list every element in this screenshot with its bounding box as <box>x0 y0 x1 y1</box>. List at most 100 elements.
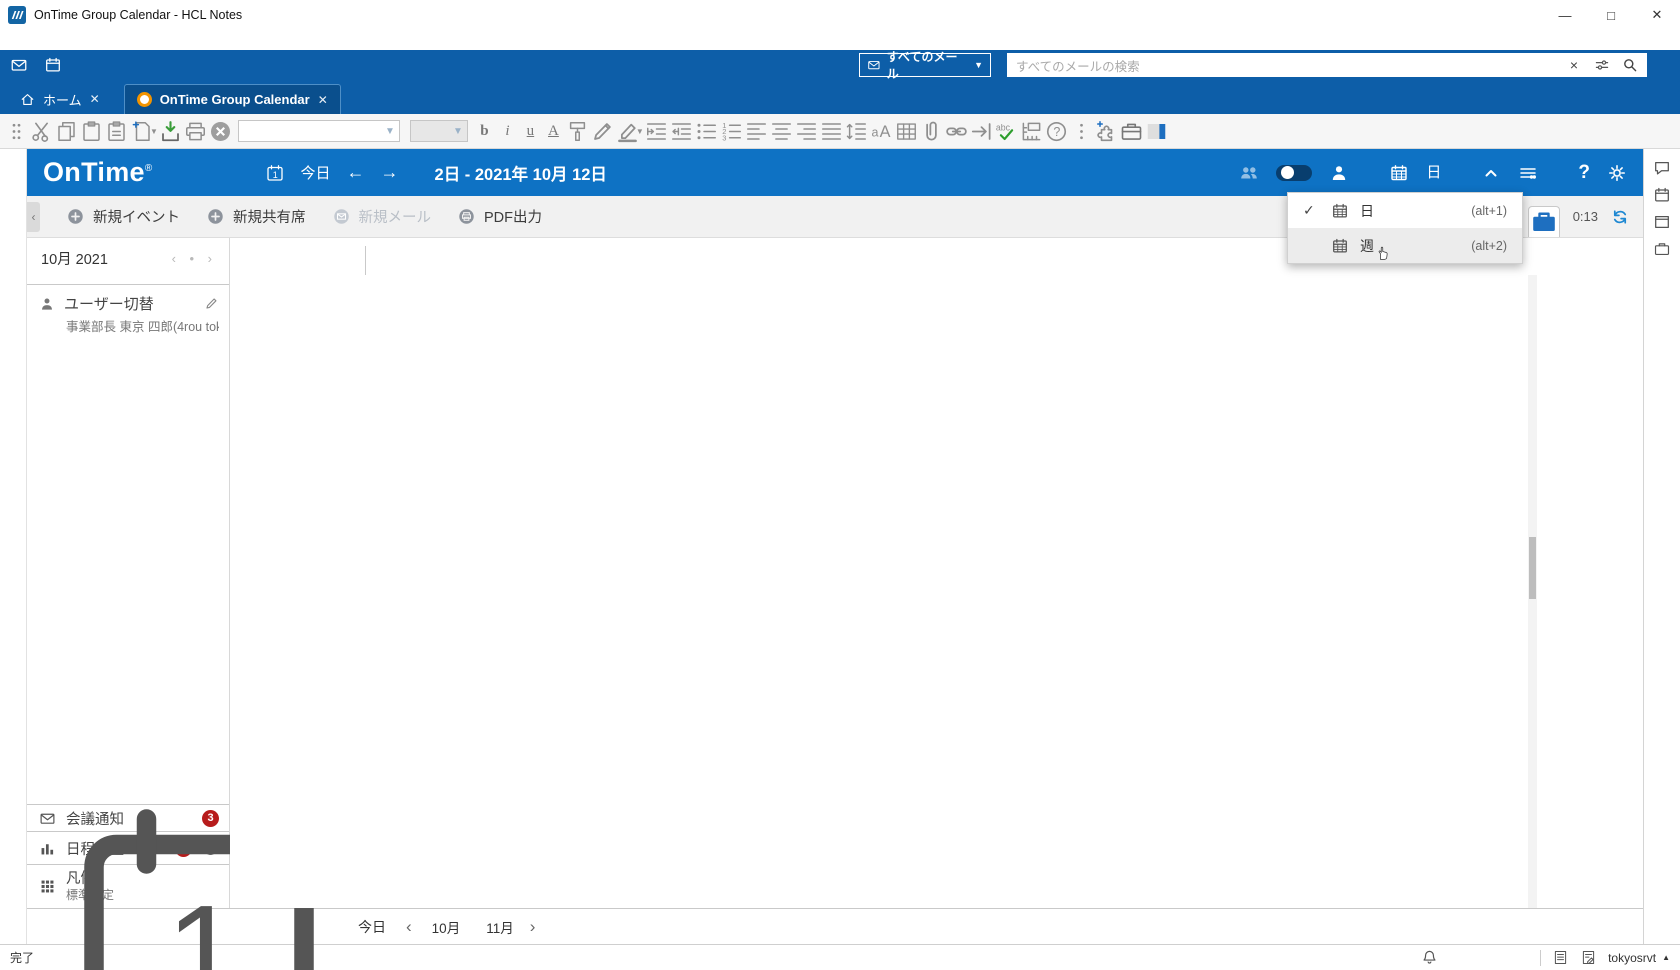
refresh-icon[interactable] <box>1611 208 1629 226</box>
collapse-header-icon[interactable] <box>1481 163 1501 183</box>
mini-calendar-nav[interactable]: ‹ • › <box>172 251 221 266</box>
text-properties-icon[interactable]: aA <box>869 119 894 144</box>
help-icon[interactable]: ? <box>1578 162 1590 184</box>
tab-home-close-icon[interactable]: ✕ <box>90 92 100 106</box>
font-select[interactable]: ▼ <box>238 120 400 142</box>
close-button[interactable]: ✕ <box>1634 0 1680 30</box>
home-icon <box>20 92 35 107</box>
today-button[interactable]: 今日 <box>301 162 331 183</box>
calendar-icon[interactable] <box>44 56 62 74</box>
scrollbar-thumb[interactable] <box>1529 537 1536 599</box>
menu-item-week-view[interactable]: 週 (alt+2) <box>1288 228 1522 263</box>
align-justify-icon[interactable] <box>819 119 844 144</box>
cut-icon[interactable] <box>29 119 54 144</box>
display-options-icon[interactable] <box>1518 163 1538 183</box>
link-icon[interactable] <box>944 119 969 144</box>
collapse-sidebar-button[interactable]: ‹ <box>27 202 40 232</box>
date-strip-next-icon[interactable]: › <box>530 917 536 937</box>
briefcase-tab[interactable] <box>1528 206 1560 237</box>
toolbar-grip-icon[interactable] <box>4 119 29 144</box>
align-left-icon[interactable] <box>744 119 769 144</box>
server-indicator[interactable]: tokyosrvt ▲ <box>1608 951 1670 965</box>
text-color-button[interactable]: A <box>542 123 565 140</box>
toolbox-icon[interactable] <box>1119 119 1144 144</box>
group-view-icon[interactable] <box>1239 163 1259 183</box>
plus-circle-icon <box>206 207 225 226</box>
group-person-toggle[interactable] <box>1276 165 1312 181</box>
font-size-select[interactable]: ▼ <box>410 120 468 142</box>
new-shared-button[interactable]: 新規共有席 <box>206 206 306 227</box>
briefcase-panel-icon[interactable] <box>1653 240 1671 258</box>
ruler-icon[interactable] <box>1019 119 1044 144</box>
notification-bell-icon[interactable] <box>1421 949 1438 966</box>
date-strip-prev-icon[interactable]: ‹ <box>406 917 412 937</box>
window-panel-icon[interactable] <box>1653 213 1671 231</box>
new-mail-button[interactable]: 新規メール <box>332 206 432 227</box>
highlighter-caret-icon[interactable]: ▼ <box>636 127 644 136</box>
today-calendar-icon[interactable]: 1 <box>265 163 285 183</box>
align-right-icon[interactable] <box>794 119 819 144</box>
print-icon[interactable] <box>183 119 208 144</box>
print-circle-icon <box>457 207 476 226</box>
view-dropdown-menu: ✓ 日 (alt+1) 週 (alt+2) <box>1287 192 1523 264</box>
spellcheck-icon[interactable]: abc <box>994 119 1019 144</box>
calendar-icon <box>1331 237 1349 255</box>
pdf-export-button[interactable]: PDF出力 <box>457 206 542 227</box>
underline-button[interactable]: u <box>519 123 542 140</box>
indent-icon[interactable] <box>644 119 669 144</box>
tab-ontime-close-icon[interactable]: ✕ <box>318 93 328 107</box>
date-strip-next-month-label: 11月 <box>486 917 514 937</box>
tab-home[interactable]: ホーム ✕ <box>8 84 112 114</box>
signer-doc-icon[interactable] <box>1580 949 1597 966</box>
window-layout-icon[interactable] <box>1144 119 1169 144</box>
permanent-pen-icon[interactable] <box>590 119 615 144</box>
tab-ontime-calendar[interactable]: OnTime Group Calendar ✕ <box>124 84 341 114</box>
attachment-icon[interactable] <box>919 119 944 144</box>
maximize-button[interactable]: □ <box>1588 0 1634 30</box>
minimize-button[interactable]: — <box>1542 0 1588 30</box>
stop-icon[interactable] <box>208 119 233 144</box>
prev-arrow-icon[interactable]: ← <box>347 162 365 183</box>
clear-search-icon[interactable]: × <box>1566 57 1582 73</box>
italic-button[interactable]: i <box>496 123 519 140</box>
paste-special-icon[interactable] <box>104 119 129 144</box>
mail-icon[interactable] <box>10 56 28 74</box>
settings-gear-icon[interactable] <box>1607 163 1627 183</box>
search-options-icon[interactable] <box>1594 57 1610 73</box>
new-document-caret-icon[interactable]: ▼ <box>150 127 158 136</box>
bullet-list-icon[interactable] <box>694 119 719 144</box>
next-arrow-icon[interactable]: → <box>381 162 399 183</box>
edit-pencil-icon[interactable] <box>204 296 219 311</box>
goto-icon[interactable] <box>969 119 994 144</box>
search-input[interactable]: すべてのメールの検索 × <box>1007 53 1647 77</box>
bold-button[interactable]: b <box>473 123 496 140</box>
user-switch-title: ユーザー切替 <box>64 293 154 314</box>
format-painter-icon[interactable] <box>565 119 590 144</box>
import-icon[interactable] <box>158 119 183 144</box>
new-event-button[interactable]: 新規イベント <box>66 206 180 227</box>
align-center-icon[interactable] <box>769 119 794 144</box>
calendar-icon <box>1331 202 1349 220</box>
applet-icon[interactable] <box>1094 119 1119 144</box>
day-view-icon[interactable]: 日 <box>1426 165 1441 180</box>
line-spacing-icon[interactable] <box>844 119 869 144</box>
outdent-icon[interactable] <box>669 119 694 144</box>
calendar-view-icon[interactable] <box>1389 163 1409 183</box>
person-view-icon[interactable] <box>1329 163 1349 183</box>
chat-icon[interactable] <box>1653 159 1671 177</box>
search-icon[interactable] <box>1622 57 1638 73</box>
location-doc-icon[interactable] <box>1552 949 1569 966</box>
menu-item-day-view[interactable]: ✓ 日 (alt+1) <box>1288 193 1522 228</box>
search-placeholder: すべてのメールの検索 <box>1016 56 1554 75</box>
numbered-list-icon[interactable]: 123 <box>719 119 744 144</box>
paste-icon[interactable] <box>79 119 104 144</box>
toolbar-more-icon[interactable] <box>1069 119 1094 144</box>
search-scope-dropdown[interactable]: すべてのメール ▼ <box>859 53 991 77</box>
table-icon[interactable] <box>894 119 919 144</box>
vertical-scrollbar[interactable] <box>1528 275 1537 908</box>
svg-text:?: ? <box>1053 125 1060 139</box>
doc-help-icon[interactable]: ? <box>1044 119 1069 144</box>
calendar-panel-icon[interactable] <box>1653 186 1671 204</box>
tabbar: ホーム ✕ OnTime Group Calendar ✕ <box>0 80 1680 114</box>
copy-icon[interactable] <box>54 119 79 144</box>
